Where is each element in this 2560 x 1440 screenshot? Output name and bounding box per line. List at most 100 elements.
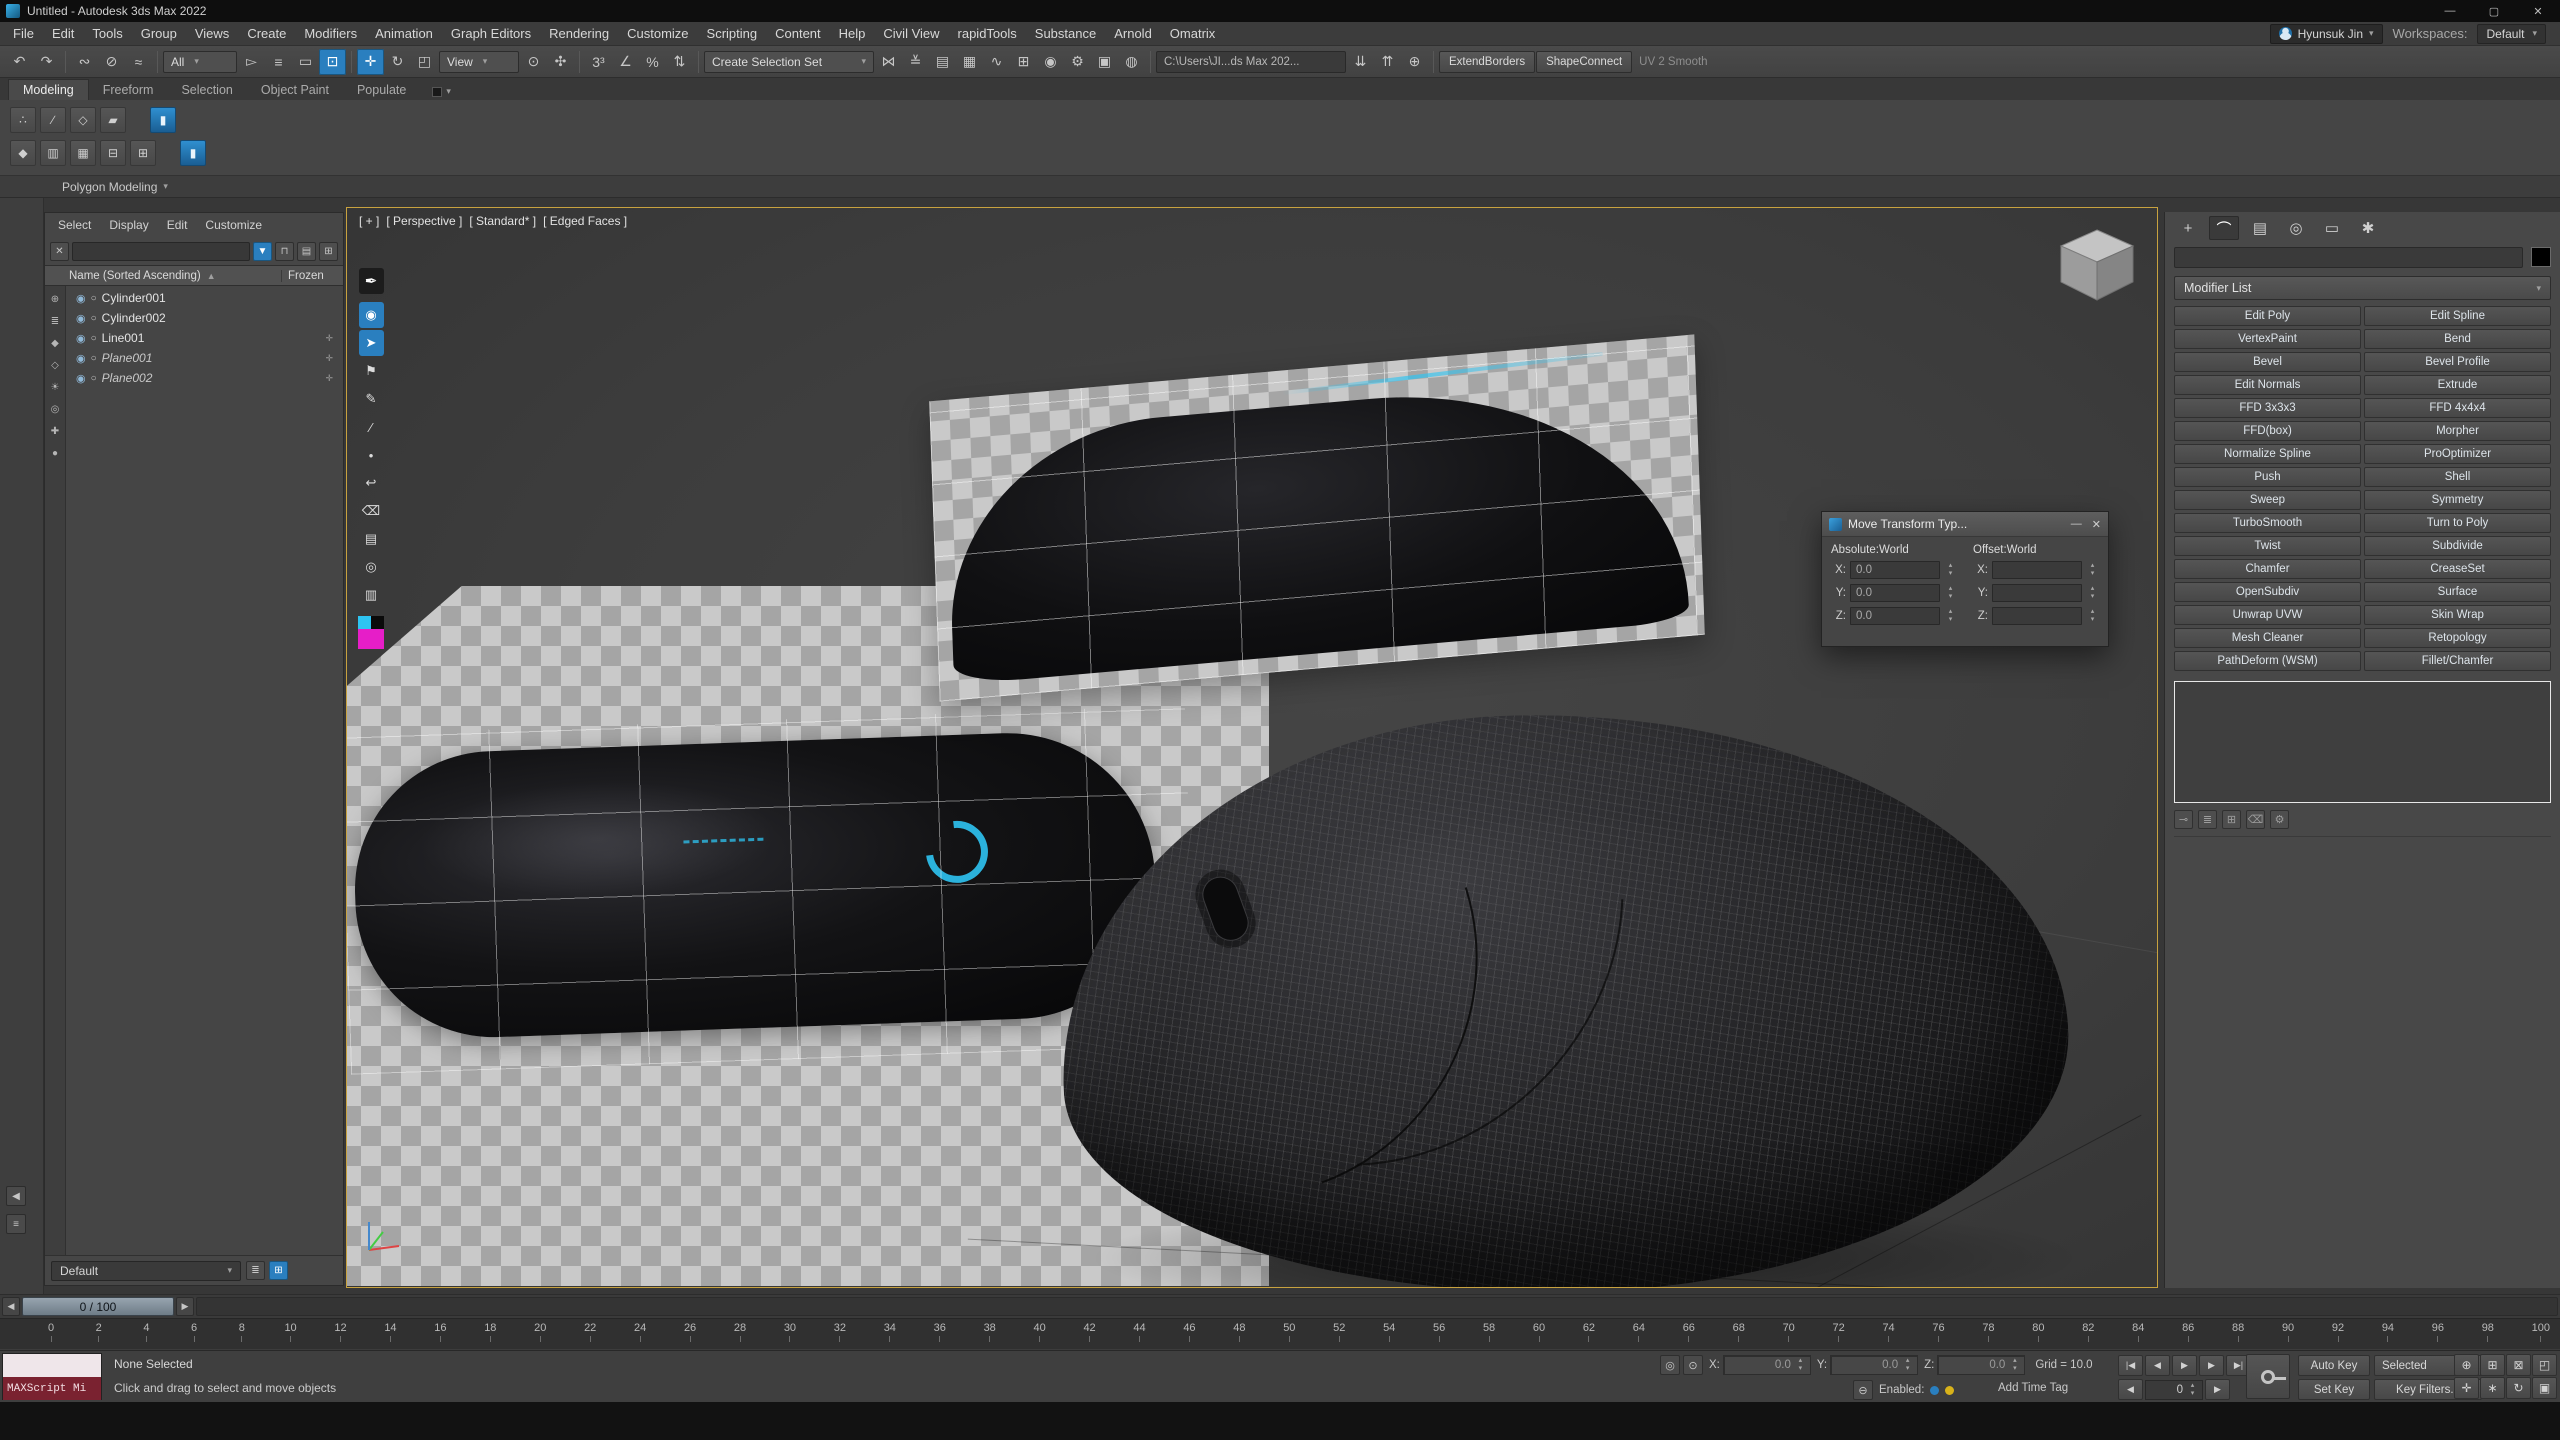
- spinner-control[interactable]: ▴▾: [2086, 585, 2099, 601]
- explorer-menu-item[interactable]: Display: [100, 218, 157, 232]
- pan-icon[interactable]: ✛: [2454, 1377, 2479, 1399]
- display-materials-icon[interactable]: ●: [48, 446, 63, 461]
- coordinate-entry-field[interactable]: 0.0▴▾: [1830, 1355, 1918, 1375]
- modifier-button[interactable]: FFD(box): [2174, 421, 2361, 441]
- element-mode-icon[interactable]: ◆: [10, 140, 36, 166]
- modifier-button[interactable]: OpenSubdiv: [2174, 582, 2361, 602]
- offset-coordinate-field[interactable]: [1992, 561, 2082, 579]
- modifier-button[interactable]: Morpher: [2364, 421, 2551, 441]
- spinner-control[interactable]: ▴▾: [2186, 1382, 2199, 1398]
- list-item[interactable]: ◉ ○ Plane002 ✛: [66, 368, 343, 388]
- soft-selection-icon[interactable]: ▦: [70, 140, 96, 166]
- previous-key-icon[interactable]: ◀: [2118, 1379, 2143, 1400]
- shape-connect-button[interactable]: ShapeConnect: [1536, 51, 1632, 73]
- angle-snap-icon[interactable]: ∠: [612, 49, 639, 75]
- time-slider-handle[interactable]: 0 / 100: [22, 1297, 174, 1316]
- ribbon-section-header[interactable]: Polygon Modeling ▾: [0, 176, 2560, 198]
- filter-icon[interactable]: ▼: [253, 242, 272, 261]
- modifier-button[interactable]: Mesh Cleaner: [2174, 628, 2361, 648]
- status-dot-yellow[interactable]: [1945, 1386, 1954, 1395]
- dialog-minimize-icon[interactable]: —: [2071, 518, 2082, 531]
- modify-tab-icon[interactable]: ⌒: [2209, 216, 2239, 240]
- extend-borders-button[interactable]: ExtendBorders: [1439, 51, 1535, 73]
- next-frame-icon[interactable]: ▶: [2199, 1355, 2224, 1376]
- display-shapes-icon[interactable]: ◇: [48, 358, 63, 373]
- modifier-button[interactable]: FFD 4x4x4: [2364, 398, 2551, 418]
- project-path-field[interactable]: C:\Users\JI...ds Max 202...: [1156, 51, 1346, 73]
- list-view-icon[interactable]: ▤: [297, 242, 316, 261]
- modifier-button[interactable]: Extrude: [2364, 375, 2551, 395]
- modifier-button[interactable]: FFD 3x3x3: [2174, 398, 2361, 418]
- dock-handle-icon[interactable]: ≡: [6, 1214, 26, 1234]
- viewport-label-segment[interactable]: [ Standard* ]: [469, 214, 536, 228]
- menu-item[interactable]: Content: [766, 26, 830, 41]
- modifier-button[interactable]: Skin Wrap: [2364, 605, 2551, 625]
- sort-ascending-icon[interactable]: ▲: [207, 271, 216, 281]
- display-cameras-icon[interactable]: ◎: [48, 402, 63, 417]
- modifier-button[interactable]: Edit Poly: [2174, 306, 2361, 326]
- next-key-icon[interactable]: ▶: [2205, 1379, 2230, 1400]
- maximize-button[interactable]: ▢: [2472, 0, 2516, 22]
- modifier-button[interactable]: Edit Spline: [2364, 306, 2551, 326]
- spinner-snap-icon[interactable]: ⇅: [666, 49, 693, 75]
- spinner-control[interactable]: ▴▾: [2086, 608, 2099, 624]
- menu-item[interactable]: Animation: [366, 26, 442, 41]
- selection-filter-dropdown[interactable]: All▾: [163, 51, 237, 73]
- maximize-viewport-icon[interactable]: ▣: [2532, 1377, 2557, 1399]
- spinner-control[interactable]: ▴▾: [1901, 1357, 1914, 1373]
- dot-icon[interactable]: •: [359, 442, 384, 468]
- select-and-rotate-icon[interactable]: ↻: [384, 49, 411, 75]
- swatch-black[interactable]: [371, 616, 384, 629]
- show-end-result-icon[interactable]: ≣: [2198, 810, 2217, 829]
- undo-icon[interactable]: ↶: [6, 49, 33, 75]
- modifier-button[interactable]: PathDeform (WSM): [2174, 651, 2361, 671]
- menu-item[interactable]: Views: [186, 26, 238, 41]
- grow-selection-icon[interactable]: ⊞: [130, 140, 156, 166]
- status-dot-blue[interactable]: [1930, 1386, 1939, 1395]
- menu-item[interactable]: File: [4, 26, 43, 41]
- offset-coordinate-field[interactable]: [1992, 607, 2082, 625]
- dialog-close-icon[interactable]: ✕: [2092, 518, 2101, 531]
- display-geometry-icon[interactable]: ◆: [48, 336, 63, 351]
- time-slider-left-arrow[interactable]: ◀: [2, 1297, 20, 1316]
- modifier-button[interactable]: Turn to Poly: [2364, 513, 2551, 533]
- select-and-move-icon[interactable]: ✛: [357, 49, 384, 75]
- display-tab-icon[interactable]: ▭: [2317, 216, 2347, 240]
- set-key-button[interactable]: Set Key: [2298, 1379, 2370, 1400]
- list-item[interactable]: ◉ ○ Cylinder001: [66, 288, 343, 308]
- modifier-button[interactable]: Bevel Profile: [2364, 352, 2551, 372]
- walk-through-icon[interactable]: ∗: [2480, 1377, 2505, 1399]
- menu-item[interactable]: Modifiers: [295, 26, 366, 41]
- shrink-selection-icon[interactable]: ⊟: [100, 140, 126, 166]
- motion-tab-icon[interactable]: ◎: [2281, 216, 2311, 240]
- render-setup-icon[interactable]: ⚙: [1064, 49, 1091, 75]
- explorer-menu-icon[interactable]: ≣: [246, 1261, 265, 1280]
- spinner-control[interactable]: ▴▾: [1944, 562, 1957, 578]
- modifier-stack-box[interactable]: [2174, 681, 2551, 803]
- modifier-list-dropdown[interactable]: Modifier List ▾: [2174, 276, 2551, 300]
- isolate-selection-icon[interactable]: ◎: [1660, 1355, 1680, 1375]
- adaptive-degradation-icon[interactable]: ⊖: [1853, 1380, 1873, 1400]
- modifier-button[interactable]: Unwrap UVW: [2174, 605, 2361, 625]
- set-keys-button[interactable]: [2246, 1354, 2290, 1399]
- modifier-button[interactable]: Chamfer: [2174, 559, 2361, 579]
- explorer-preset-dropdown[interactable]: Default ▾: [51, 1261, 241, 1281]
- list-item[interactable]: ◉ ○ Plane001 ✛: [66, 348, 343, 368]
- sort-hierarchy-icon[interactable]: ≣: [48, 314, 63, 329]
- import-content-icon[interactable]: ⇊: [1347, 49, 1374, 75]
- menu-item[interactable]: Tools: [83, 26, 131, 41]
- modifier-button[interactable]: Normalize Spline: [2174, 444, 2361, 464]
- list-item[interactable]: ◉ ○ Line001 ✛: [66, 328, 343, 348]
- cursor-icon[interactable]: ➤: [359, 330, 384, 356]
- menu-item[interactable]: rapidTools: [949, 26, 1026, 41]
- visibility-eye-icon[interactable]: ◉: [76, 312, 86, 325]
- visibility-eye-icon[interactable]: ◉: [76, 292, 86, 305]
- modifier-button[interactable]: Surface: [2364, 582, 2551, 602]
- ribbon-tab[interactable]: Selection: [167, 80, 246, 100]
- menu-item[interactable]: Civil View: [874, 26, 948, 41]
- edit-poly-mode-icon[interactable]: ▮: [150, 107, 176, 133]
- object-name-field[interactable]: [2174, 247, 2523, 268]
- display-helpers-icon[interactable]: ✚: [48, 424, 63, 439]
- menu-item[interactable]: Scripting: [698, 26, 767, 41]
- explorer-menu-item[interactable]: Edit: [158, 218, 197, 232]
